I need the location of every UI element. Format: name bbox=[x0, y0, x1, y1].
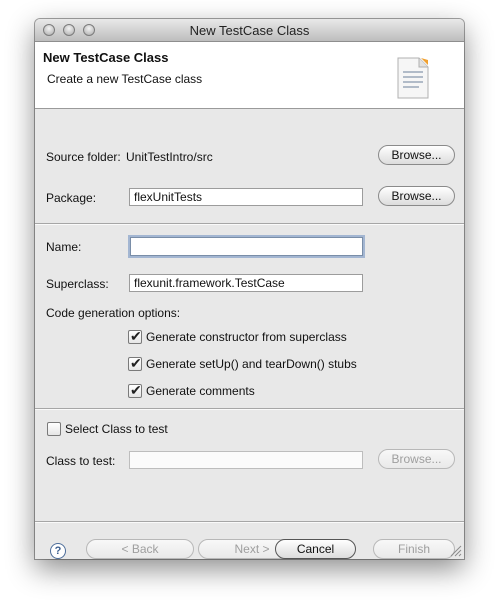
checkmark-icon: ✔ bbox=[130, 355, 142, 371]
banner-title: New TestCase Class bbox=[43, 50, 169, 65]
banner-subtitle: Create a new TestCase class bbox=[47, 72, 203, 86]
name-field[interactable] bbox=[130, 237, 363, 256]
generate-setup-teardown-label: Generate setUp() and tearDown() stubs bbox=[146, 357, 357, 371]
checkmark-icon: ✔ bbox=[130, 382, 142, 398]
title-bar[interactable]: New TestCase Class bbox=[35, 19, 464, 42]
class-to-test-label: Class to test: bbox=[46, 454, 116, 468]
cancel-button[interactable]: Cancel bbox=[275, 539, 356, 559]
class-to-test-browse-button[interactable]: Browse... bbox=[378, 449, 455, 469]
select-class-to-test-checkbox[interactable] bbox=[47, 422, 61, 436]
wizard-banner: New TestCase Class Create a new TestCase… bbox=[35, 42, 464, 109]
window-title: New TestCase Class bbox=[189, 23, 310, 38]
separator bbox=[35, 521, 464, 523]
separator bbox=[35, 408, 464, 410]
back-button[interactable]: < Back bbox=[86, 539, 194, 559]
finish-button[interactable]: Finish bbox=[373, 539, 455, 559]
code-generation-options-label: Code generation options: bbox=[46, 306, 181, 320]
generate-comments-label: Generate comments bbox=[146, 384, 255, 398]
generate-setup-teardown-checkbox[interactable]: ✔ bbox=[128, 355, 142, 371]
resize-grip-icon[interactable] bbox=[450, 545, 462, 557]
source-folder-browse-button[interactable]: Browse... bbox=[378, 145, 455, 165]
package-browse-button[interactable]: Browse... bbox=[378, 186, 455, 206]
checkmark-icon: ✔ bbox=[130, 328, 142, 344]
select-class-to-test-label: Select Class to test bbox=[65, 422, 168, 436]
wizard-content: Source folder: UnitTestIntro/src Browse.… bbox=[35, 109, 464, 559]
superclass-field[interactable] bbox=[129, 274, 363, 292]
class-to-test-field[interactable] bbox=[129, 451, 363, 469]
generate-constructor-checkbox[interactable]: ✔ bbox=[128, 328, 142, 344]
document-icon bbox=[397, 57, 429, 99]
package-label: Package: bbox=[46, 191, 97, 205]
generate-constructor-label: Generate constructor from superclass bbox=[146, 330, 347, 344]
superclass-label: Superclass: bbox=[46, 277, 109, 291]
package-field[interactable] bbox=[129, 188, 363, 206]
source-folder-label: Source folder: bbox=[46, 150, 121, 164]
separator bbox=[35, 223, 464, 225]
source-folder-value: UnitTestIntro/src bbox=[126, 150, 213, 164]
name-label: Name: bbox=[46, 240, 82, 254]
generate-comments-checkbox[interactable]: ✔ bbox=[128, 382, 142, 398]
dialog-window: New TestCase Class New TestCase Class Cr… bbox=[35, 19, 464, 559]
help-icon[interactable]: ? bbox=[50, 543, 66, 559]
